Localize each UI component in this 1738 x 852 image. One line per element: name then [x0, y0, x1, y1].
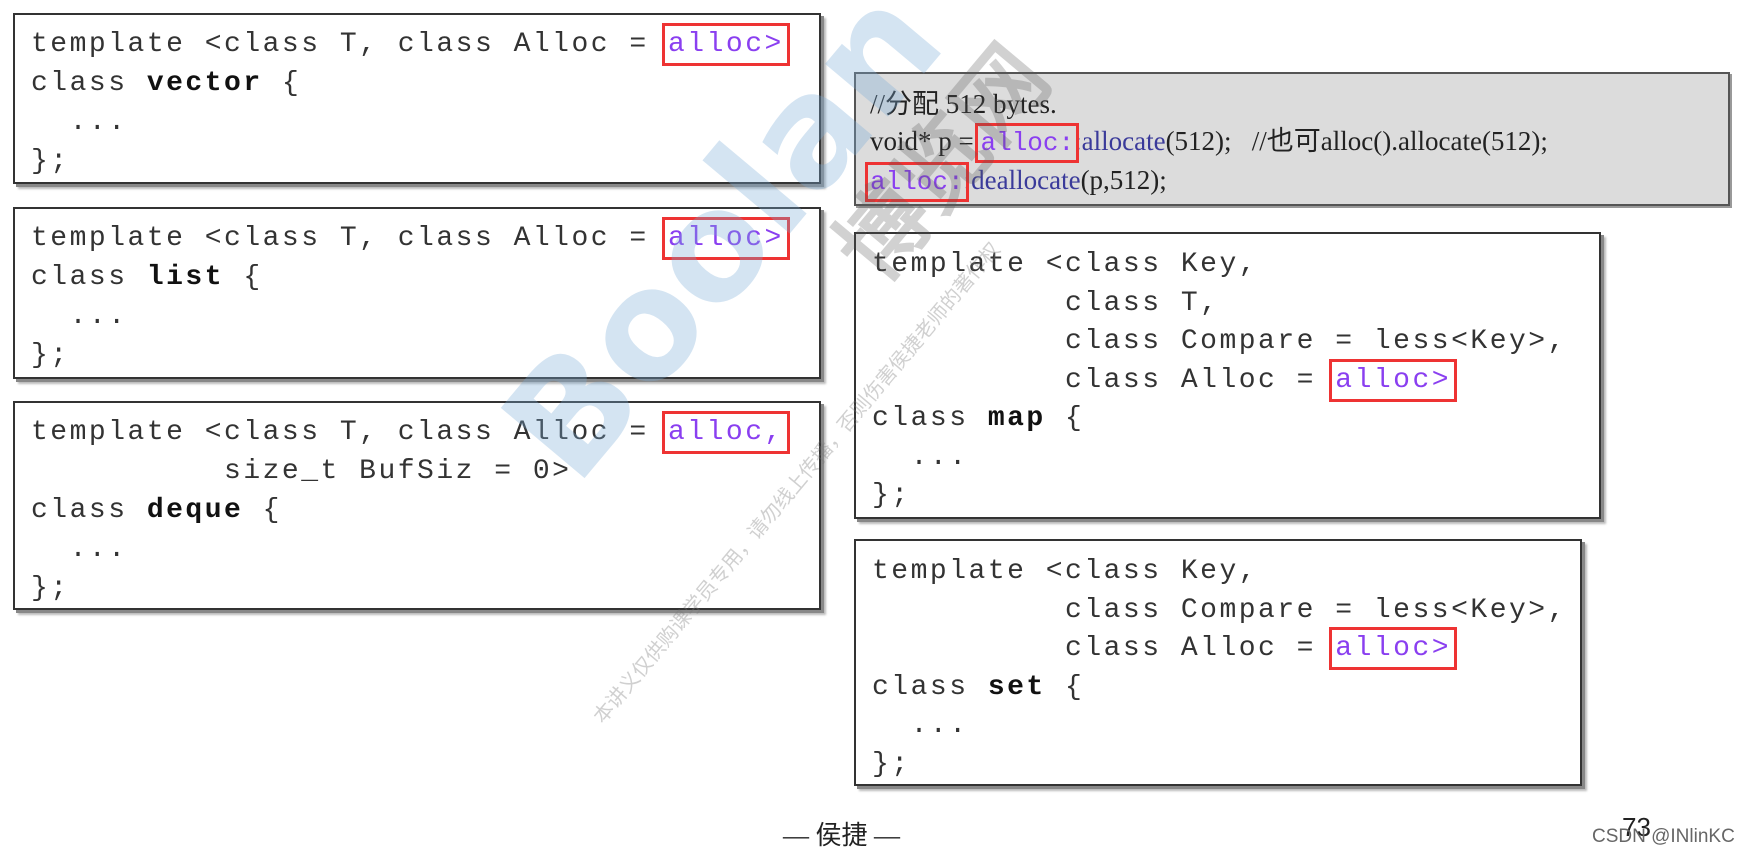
alloc-usage-box: //分配 512 bytes. void* p = alloc::allocat…	[854, 72, 1730, 206]
code-text: {	[1045, 403, 1085, 434]
alloc-highlight: alloc:	[865, 162, 969, 202]
alloc-highlight: alloc>	[1329, 358, 1458, 402]
code-text: ...	[31, 534, 128, 565]
function-name: :deallocate	[963, 165, 1081, 195]
vector-code: template <class T, class Alloc = alloc> …	[31, 23, 790, 181]
class-name: deque	[146, 495, 244, 526]
footer-author: — 侯捷 —	[783, 821, 901, 850]
comment: //分配 512 bytes.	[870, 89, 1057, 119]
code-text: };	[872, 748, 911, 780]
set-code: template <class Key, class Compare = les…	[872, 553, 1567, 784]
code-text: {	[243, 495, 282, 526]
class-name: list	[146, 262, 225, 293]
code-text: template <class Key,	[872, 556, 1259, 587]
alloc-highlight: alloc>	[1329, 627, 1458, 670]
code-text: class	[31, 495, 147, 526]
code-text: class Alloc =	[872, 633, 1336, 664]
list-code-box: template <class T, class Alloc = alloc> …	[13, 207, 821, 379]
code-text: ...	[31, 107, 128, 138]
alloc-usage-code: //分配 512 bytes. void* p = alloc::allocat…	[865, 86, 1548, 202]
class-name: set	[987, 671, 1046, 703]
code-text: {	[1045, 671, 1085, 703]
code-text: class	[31, 262, 147, 293]
alloc-highlight: alloc:	[975, 123, 1080, 163]
code-text: class Compare = less<Key>,	[872, 594, 1567, 626]
class-name: vector	[146, 68, 263, 99]
code-text: (512); //也可alloc().allocate(512);	[1165, 126, 1548, 156]
code-text: void* p =	[870, 126, 981, 156]
code-text: class	[872, 671, 988, 703]
code-text: ...	[31, 301, 128, 332]
deque-code: template <class T, class Alloc = alloc, …	[31, 411, 790, 608]
alloc-highlight: alloc>	[662, 23, 790, 66]
alloc-highlight: alloc,	[662, 411, 790, 454]
list-code: template <class T, class Alloc = alloc> …	[31, 217, 790, 375]
code-text: template <class Key,	[872, 249, 1259, 280]
map-code: template <class Key, class T, class Comp…	[872, 246, 1567, 516]
code-text: class Compare = less<Key>,	[872, 326, 1567, 357]
code-text: class T,	[872, 287, 1220, 319]
code-text: ...	[872, 710, 969, 741]
csdn-credit: CSDN @INlinKC	[1592, 826, 1735, 847]
code-text: };	[872, 480, 911, 511]
code-text: ...	[872, 441, 969, 473]
code-text: class Alloc =	[872, 364, 1336, 396]
code-text: };	[31, 573, 70, 604]
code-text: (p,512);	[1080, 165, 1167, 195]
code-text: size_t BufSiz = 0>	[31, 456, 572, 487]
map-code-box: template <class Key, class T, class Comp…	[854, 232, 1601, 519]
code-text: template <class T, class Alloc =	[31, 29, 668, 60]
code-text: {	[224, 262, 263, 293]
code-text: class	[872, 403, 988, 434]
class-name: map	[987, 403, 1046, 434]
code-text: class	[31, 68, 147, 99]
code-text: template <class T, class Alloc =	[31, 417, 668, 448]
code-text: template <class T, class Alloc =	[31, 223, 668, 254]
code-text: {	[262, 68, 302, 99]
code-text: };	[31, 146, 70, 177]
deque-code-box: template <class T, class Alloc = alloc, …	[13, 401, 821, 610]
code-text: };	[31, 340, 70, 371]
function-name: :allocate	[1074, 126, 1166, 156]
alloc-highlight: alloc>	[662, 217, 790, 260]
vector-code-box: template <class T, class Alloc = alloc> …	[13, 13, 821, 184]
set-code-box: template <class Key, class Compare = les…	[854, 539, 1582, 786]
